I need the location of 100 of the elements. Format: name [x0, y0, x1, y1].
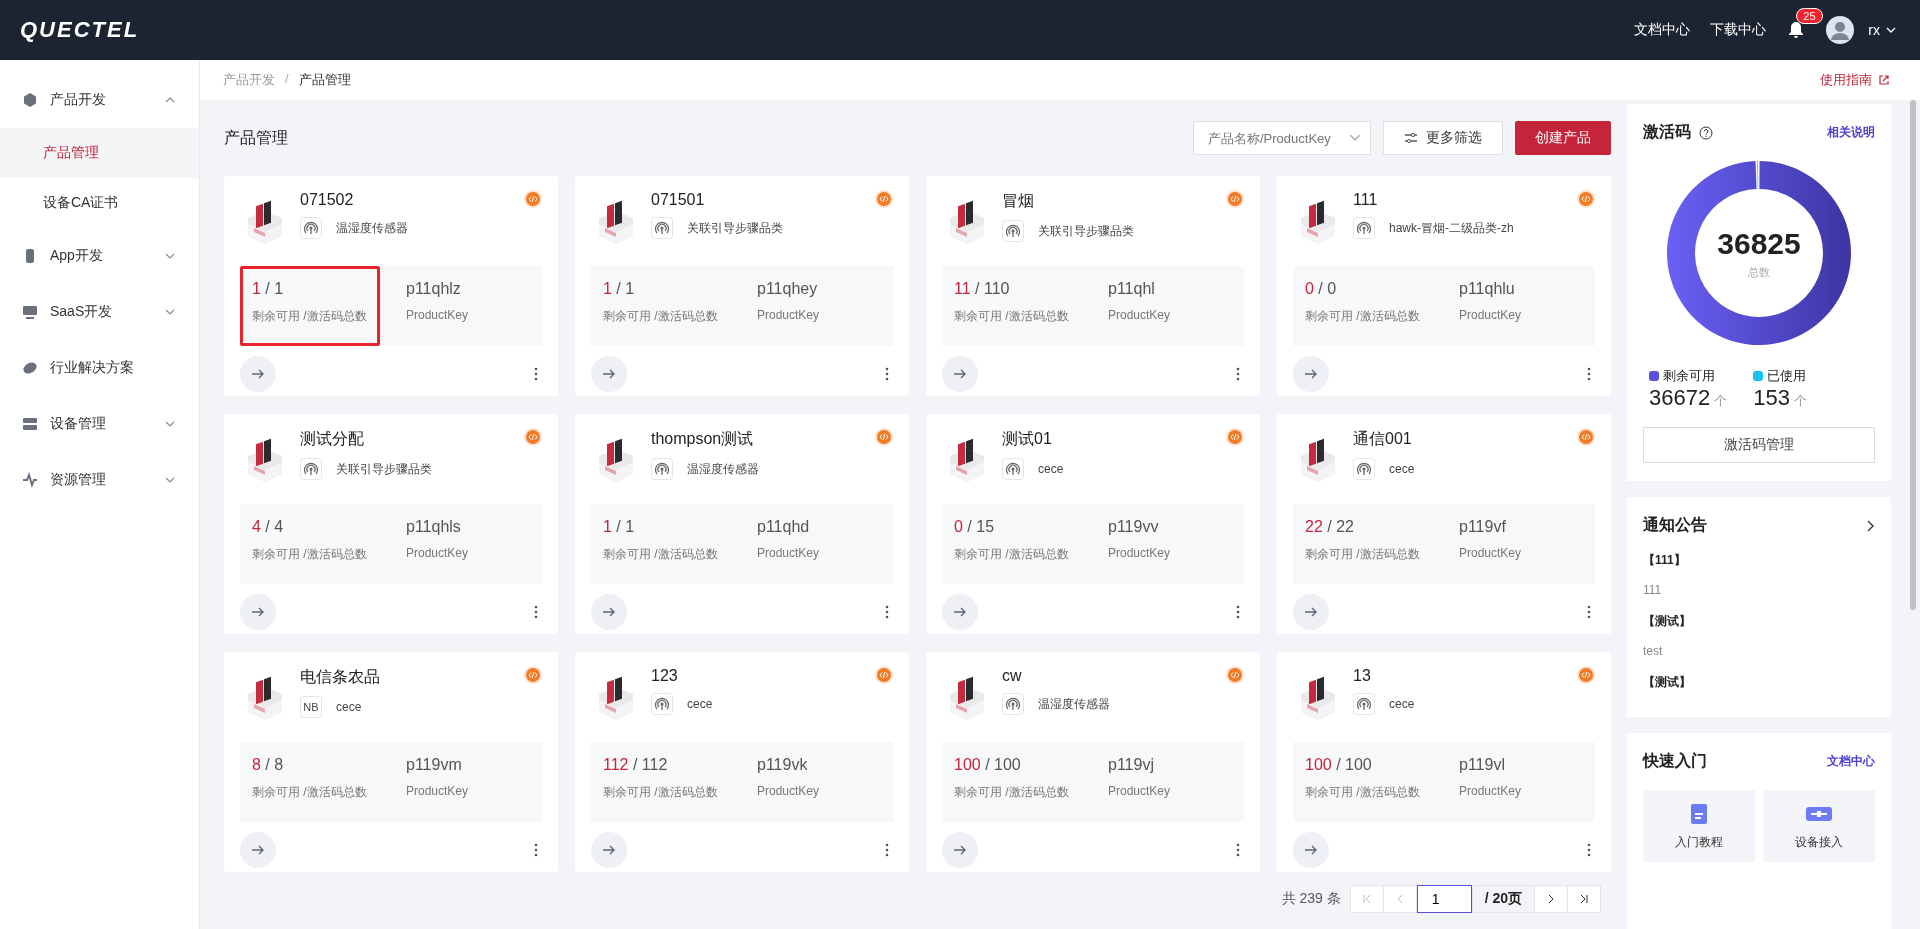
product-name[interactable]: 测试分配 [300, 429, 524, 450]
arrow-button[interactable] [591, 594, 627, 630]
more-icon[interactable] [885, 605, 889, 619]
product-card[interactable]: 111 hawk-冒烟-二级品类-zh 0 / 0 剩余可用 /激活码总数 p11qhlu ProductKey [1277, 176, 1611, 396]
last-page-button[interactable] [1567, 885, 1601, 913]
code-icon[interactable] [1226, 666, 1244, 684]
code-icon[interactable] [1577, 666, 1595, 684]
sidebar-item[interactable]: SaaS开发 [50, 303, 153, 321]
product-name[interactable]: 071502 [300, 191, 524, 209]
product-name[interactable]: thompson测试 [651, 429, 875, 450]
user-name[interactable]: rx [1868, 22, 1880, 38]
more-icon[interactable] [534, 367, 538, 381]
scrollbar[interactable] [1910, 100, 1916, 610]
sidebar-item[interactable]: 产品开发 [50, 91, 153, 109]
filter-button[interactable]: 更多筛选 [1383, 121, 1503, 155]
breadcrumb-item[interactable]: 产品管理 [298, 71, 351, 89]
more-icon[interactable] [1587, 843, 1591, 857]
arrow-button[interactable] [942, 832, 978, 868]
more-icon[interactable] [1236, 605, 1240, 619]
product-card[interactable]: 13 cece 100 / 100 剩余可用 /激活码总数 p119vl ProductKey [1277, 652, 1611, 872]
sidebar-item[interactable]: App开发 [50, 247, 153, 265]
more-icon[interactable] [885, 843, 889, 857]
chevron-right-icon[interactable] [1867, 519, 1875, 532]
sidebar-subitem[interactable]: 设备CA证书 [0, 178, 199, 228]
product-name[interactable]: 111 [1353, 191, 1577, 209]
docs-link[interactable]: 文档中心 [1827, 753, 1875, 770]
code-icon[interactable] [1577, 428, 1595, 446]
more-icon[interactable] [1236, 843, 1240, 857]
sidebar-item[interactable]: 设备管理 [50, 415, 153, 433]
code-icon[interactable] [524, 428, 542, 446]
product-card[interactable]: 071502 温湿度传感器 1 / 1 剩余可用 /激活码总数 p11qhlz ProductKey [224, 176, 558, 396]
sidebar-subitem[interactable]: 产品管理 [0, 128, 199, 178]
arrow-button[interactable] [591, 832, 627, 868]
more-icon[interactable] [1587, 605, 1591, 619]
sidebar-item[interactable]: 资源管理 [50, 471, 153, 489]
unit-label: 个 [1793, 393, 1807, 408]
sidebar-item[interactable]: 行业解决方案 [50, 359, 175, 377]
product-name[interactable]: 123 [651, 667, 875, 685]
search-field[interactable]: 产品名称/ProductKey [1193, 121, 1371, 155]
notice-title[interactable]: 【测试】 [1643, 613, 1875, 630]
product-name[interactable]: 13 [1353, 667, 1577, 685]
more-icon[interactable] [885, 367, 889, 381]
product-card[interactable]: 123 cece 112 / 112 剩余可用 /激活码总数 p119vk ProductKey [575, 652, 909, 872]
arrow-button[interactable] [1293, 832, 1329, 868]
create-product-button[interactable]: 创建产品 [1515, 121, 1611, 155]
product-name[interactable]: 冒烟 [1002, 191, 1226, 212]
product-key: p11qhls [406, 518, 530, 536]
header-link[interactable]: 文档中心 [1634, 21, 1691, 39]
arrow-button[interactable] [942, 594, 978, 630]
product-card[interactable]: thompson测试 温湿度传感器 1 / 1 剩余可用 /激活码总数 p11qhd ProductKey [575, 414, 909, 634]
signal-icon [300, 458, 322, 480]
arrow-button[interactable] [240, 832, 276, 868]
code-icon[interactable] [1226, 190, 1244, 208]
notice-title[interactable]: 【111】 [1643, 552, 1875, 569]
breadcrumb-separator: / [285, 71, 289, 88]
arrow-button[interactable] [240, 594, 276, 630]
product-name[interactable]: 测试01 [1002, 429, 1226, 450]
product-name[interactable]: 通信001 [1353, 429, 1577, 450]
product-card[interactable]: 071501 关联引导步骤品类 1 / 1 剩余可用 /激活码总数 p11qhey ProductKey [575, 176, 909, 396]
product-card[interactable]: 冒烟 关联引导步骤品类 11 / 110 剩余可用 /激活码总数 p11qhl ProductKey [926, 176, 1260, 396]
arrow-button[interactable] [942, 356, 978, 392]
more-icon[interactable] [534, 843, 538, 857]
code-icon[interactable] [875, 190, 893, 208]
product-key: p11qhlu [1459, 280, 1583, 298]
product-card[interactable]: 电信条农品 NB cece 8 / 8 剩余可用 /激活码总数 p119vm ProductKey [224, 652, 558, 872]
page-input[interactable]: 1 [1416, 885, 1472, 913]
signal-icon [1002, 458, 1024, 480]
total-count: 共 239 条 [1281, 890, 1341, 908]
code-icon[interactable] [1226, 428, 1244, 446]
arrow-button[interactable] [240, 356, 276, 392]
product-name[interactable]: cw [1002, 667, 1226, 685]
notice-title[interactable]: 【测试】 [1643, 674, 1875, 691]
arrow-button[interactable] [1293, 594, 1329, 630]
arrow-button[interactable] [1293, 356, 1329, 392]
activation-count: 1 / 1 [603, 280, 636, 298]
logo[interactable]: QUECTEL [20, 17, 140, 43]
header-link[interactable]: 下载中心 [1710, 21, 1767, 39]
product-card[interactable]: cw 温湿度传感器 100 / 100 剩余可用 /激活码总数 p119vj ProductKey [926, 652, 1260, 872]
product-name[interactable]: 071501 [651, 191, 875, 209]
code-icon[interactable] [524, 666, 542, 684]
product-name[interactable]: 电信条农品 [300, 667, 524, 688]
avatar-icon[interactable] [1826, 16, 1855, 44]
code-icon[interactable] [875, 666, 893, 684]
help-icon[interactable] [1699, 125, 1713, 140]
help-link[interactable]: 相关说明 [1827, 124, 1875, 141]
product-card[interactable]: 测试分配 关联引导步骤品类 4 / 4 剩余可用 /激活码总数 p11qhls ProductKey [224, 414, 558, 634]
product-category: cece [1389, 697, 1415, 711]
manage-button[interactable]: 激活码管理 [1643, 427, 1875, 463]
code-icon[interactable] [524, 190, 542, 208]
arrow-button[interactable] [591, 356, 627, 392]
more-icon[interactable] [534, 605, 538, 619]
code-icon[interactable] [1577, 190, 1595, 208]
more-icon[interactable] [1587, 367, 1591, 381]
code-icon[interactable] [875, 428, 893, 446]
product-card[interactable]: 测试01 cece 0 / 15 剩余可用 /激活码总数 p119vv ProductKey [926, 414, 1260, 634]
quickstart-tile[interactable]: 设备接入 [1763, 790, 1875, 862]
quickstart-tile[interactable]: 入门教程 [1643, 790, 1755, 862]
more-icon[interactable] [1236, 367, 1240, 381]
guide-link[interactable]: 使用指南 [1820, 71, 1890, 89]
product-card[interactable]: 通信001 cece 22 / 22 剩余可用 /激活码总数 p119vf ProductKey [1277, 414, 1611, 634]
